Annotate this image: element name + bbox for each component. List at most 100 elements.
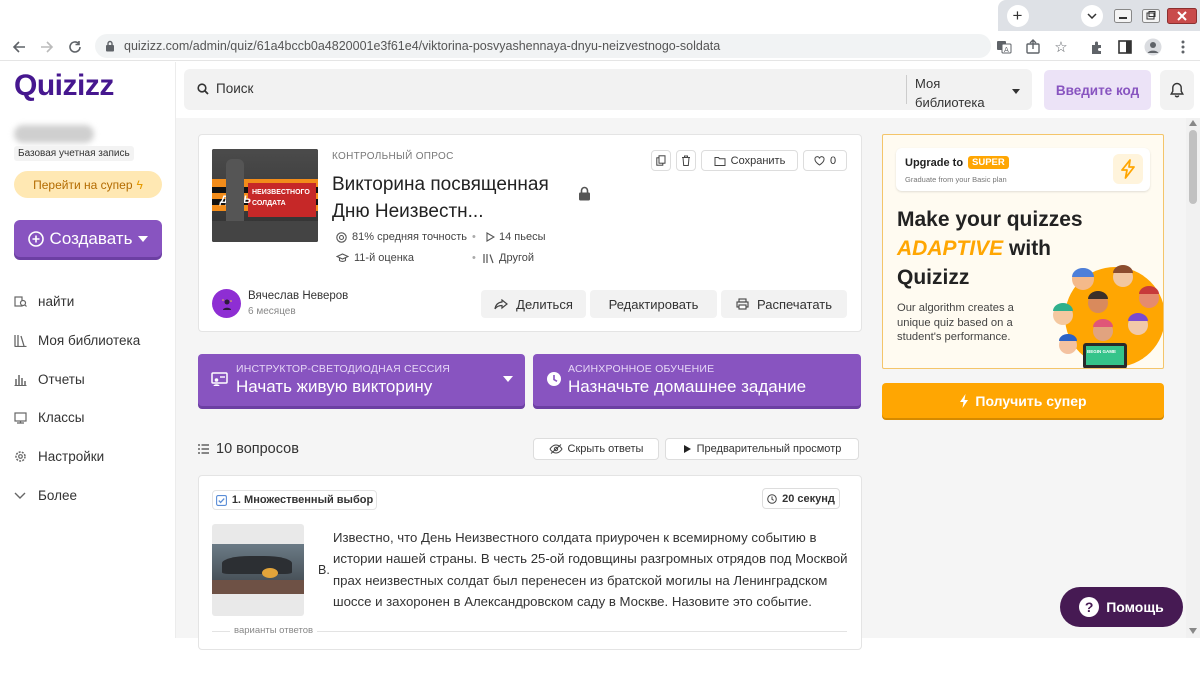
hide-answers-label: Скрыть ответы <box>567 443 644 455</box>
sidebar-item-more[interactable]: Более <box>14 488 77 503</box>
search-bar[interactable]: Поиск Моя библиотека <box>184 69 1032 110</box>
minimize-button[interactable] <box>1109 0 1137 31</box>
lock-icon[interactable] <box>105 40 115 52</box>
checkbox-icon <box>215 494 227 506</box>
list-icon <box>198 444 209 454</box>
share-page-icon[interactable] <box>1024 38 1042 56</box>
library-dropdown[interactable]: Моя библиотека <box>915 72 1030 110</box>
print-button[interactable]: Распечатать <box>721 290 847 318</box>
window-controls-area: + <box>998 0 1200 31</box>
help-button[interactable]: ? Помощь <box>1060 587 1183 627</box>
print-label: Распечатать <box>756 296 832 312</box>
sidebar-item-library[interactable]: Моя библиотека <box>14 333 140 348</box>
blurred-username <box>14 125 94 143</box>
delete-button[interactable] <box>676 150 696 171</box>
trash-icon <box>682 155 690 166</box>
notifications-button[interactable] <box>1160 70 1194 110</box>
quiz-title: Викторина посвященная Дню Неизвестн... <box>332 171 549 225</box>
play-icon <box>683 445 691 453</box>
sidebar-item-label: Классы <box>38 410 85 425</box>
upgrade-super-button[interactable]: Перейти на супер ϟ <box>14 171 162 198</box>
gear-icon <box>14 450 28 463</box>
sidebar-item-classes[interactable]: Классы <box>14 410 84 425</box>
new-tab-button[interactable]: + <box>1002 0 1033 31</box>
screen-label: BEGIN GAME <box>1087 349 1117 354</box>
classes-icon <box>14 411 28 424</box>
get-super-button[interactable]: Получить супер <box>882 383 1164 418</box>
scroll-down-icon[interactable] <box>1189 628 1197 634</box>
grade-stat: 11-й оценка <box>336 252 414 264</box>
sidebar-item-label: Отчеты <box>38 372 85 387</box>
question-type-label: 1. Множественный выбор <box>231 494 374 506</box>
edit-button[interactable]: Редактировать <box>590 290 717 318</box>
question-time-badge: 20 секунд <box>762 488 840 509</box>
target-icon <box>336 231 347 243</box>
quiz-title-line2: Дню Неизвестн... <box>332 201 484 222</box>
save-button[interactable]: Сохранить <box>701 150 798 171</box>
question-mark-icon: ? <box>1079 597 1100 617</box>
dot-separator: • <box>472 252 476 264</box>
promo-body: Our algorithm creates a unique quiz base… <box>897 302 1014 343</box>
search-input[interactable]: Поиск <box>216 81 253 96</box>
bookmark-star-icon[interactable]: ☆ <box>1052 38 1070 56</box>
forward-icon[interactable] <box>38 38 56 56</box>
share-label: Делиться <box>516 296 573 312</box>
plus-icon: + <box>1006 4 1029 27</box>
question-type-badge: 1. Множественный выбор <box>212 490 377 510</box>
hide-answers-button[interactable]: Скрыть ответы <box>533 438 659 460</box>
lightning-icon <box>960 393 969 408</box>
like-count: 0 <box>829 154 837 167</box>
graduation-cap-icon <box>336 253 349 262</box>
caret-down-icon <box>138 235 149 242</box>
restore-icon <box>1142 8 1160 23</box>
caret-down-icon <box>1012 89 1020 94</box>
avatar[interactable] <box>212 289 241 318</box>
books-icon <box>483 253 494 263</box>
lightning-icon <box>1113 154 1143 184</box>
author-time: 6 месяцев <box>248 306 296 317</box>
sidebar-item-find[interactable]: найти <box>14 294 74 309</box>
author-name[interactable]: Вячеслав Неверов <box>248 290 348 302</box>
avatar-figure-icon <box>221 298 232 310</box>
extensions-icon[interactable] <box>1088 38 1106 56</box>
maximize-button[interactable] <box>1137 0 1165 31</box>
sidebar-item-label: Настройки <box>38 449 105 464</box>
enter-code-button[interactable]: Введите код <box>1044 70 1151 110</box>
close-window-button[interactable] <box>1165 0 1199 31</box>
subject-stat: Другой <box>483 252 534 264</box>
sidebar-item-reports[interactable]: Отчеты <box>14 372 85 387</box>
duplicate-button[interactable] <box>651 150 671 171</box>
translate-icon[interactable]: A <box>995 38 1013 56</box>
question-text: Известно, что День Неизвестного солдата … <box>333 530 848 609</box>
caret-down-icon[interactable] <box>503 376 513 382</box>
question-count: 10 вопросов <box>198 441 299 457</box>
sidebar-item-settings[interactable]: Настройки <box>14 449 104 464</box>
share-button[interactable]: Делиться <box>481 290 586 318</box>
account-type-badge: Базовая учетная запись <box>14 146 134 161</box>
profile-icon[interactable] <box>1144 38 1162 56</box>
assign-homework-button[interactable]: АСИНХРОННОЕ ОБУЧЕНИЕ Назначьте домашнее … <box>533 354 861 406</box>
scrollbar-thumb[interactable] <box>1189 130 1197 204</box>
browser-menu-icon[interactable] <box>1174 38 1192 56</box>
cover-text-3: СОЛДАТА <box>252 200 286 207</box>
reload-icon[interactable] <box>66 38 84 56</box>
lightning-icon: ϟ <box>136 177 143 192</box>
preview-button[interactable]: Предварительный просмотр <box>665 438 859 460</box>
quizizz-logo[interactable]: Quizizz <box>14 69 114 103</box>
presenter-icon <box>211 372 228 386</box>
plays-stat: 14 пьесы <box>486 231 546 243</box>
async-tag: АСИНХРОННОЕ ОБУЧЕНИЕ <box>568 363 715 375</box>
scroll-up-icon[interactable] <box>1189 120 1197 126</box>
clock-icon <box>547 372 561 386</box>
side-panel-icon[interactable] <box>1116 38 1134 56</box>
start-live-quiz-button[interactable]: ИНСТРУКТОР-СВЕТОДИОДНАЯ СЕССИЯ Начать жи… <box>198 354 525 406</box>
copy-icon <box>656 155 666 166</box>
upgrade-promo-card[interactable]: Upgrade to SUPER Graduate from your Basi… <box>882 134 1164 369</box>
promo-header: Upgrade to SUPER Graduate from your Basi… <box>896 148 1150 191</box>
like-button[interactable]: 0 <box>803 150 847 171</box>
sidebar-item-label: найти <box>38 294 75 309</box>
create-button[interactable]: Создавать <box>14 220 162 257</box>
live-session-label: Начать живую викторину <box>236 377 433 396</box>
tab-search-button[interactable] <box>1076 0 1107 31</box>
back-icon[interactable] <box>10 38 28 56</box>
